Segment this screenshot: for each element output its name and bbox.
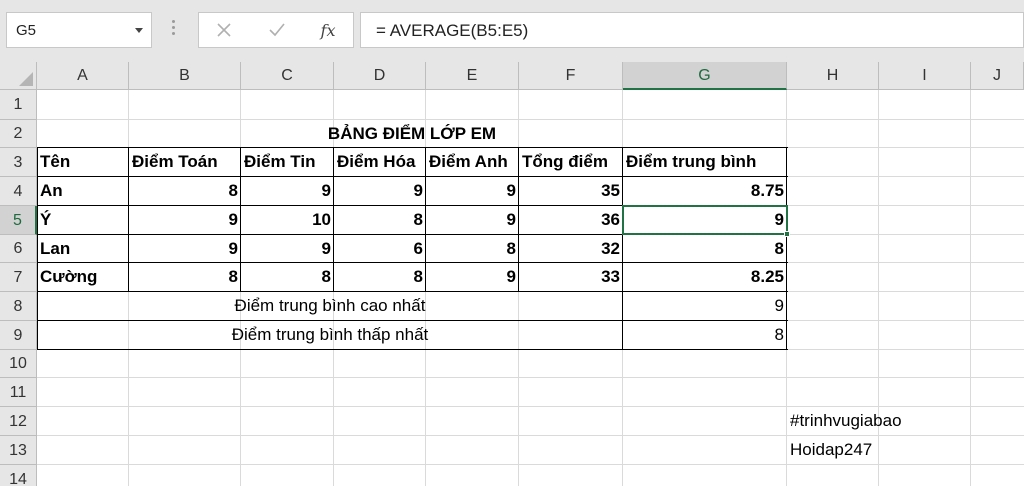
row-header-9[interactable]: 9 bbox=[0, 321, 37, 350]
row-header-10[interactable]: 10 bbox=[0, 350, 37, 378]
student-name-cell[interactable]: Cường bbox=[37, 263, 129, 291]
header-cell-chemistry[interactable]: Điểm Hóa bbox=[334, 148, 426, 176]
max-average-label[interactable]: Điểm trung bình cao nhất bbox=[37, 292, 623, 320]
selection-box bbox=[622, 205, 788, 235]
name-box-dropdown-icon[interactable] bbox=[135, 28, 143, 33]
column-header-c[interactable]: C bbox=[241, 62, 334, 90]
row-header-1[interactable]: 1 bbox=[0, 90, 37, 120]
score-cell[interactable]: 9 bbox=[129, 235, 241, 263]
score-cell[interactable]: 6 bbox=[334, 235, 426, 263]
row-header-11[interactable]: 11 bbox=[0, 378, 37, 407]
table-border bbox=[240, 147, 241, 292]
table-border bbox=[622, 291, 623, 350]
formula-bar-area: G5 fx = AVERAGE(B5:E5) bbox=[0, 0, 1024, 62]
column-header-i[interactable]: I bbox=[879, 62, 971, 90]
row-header-5[interactable]: 5 bbox=[0, 206, 37, 235]
table-border bbox=[37, 349, 788, 350]
column-header-h[interactable]: H bbox=[787, 62, 879, 90]
column-header-a[interactable]: A bbox=[37, 62, 129, 90]
header-cell-name[interactable]: Tên bbox=[37, 148, 129, 176]
row-header-12[interactable]: 12 bbox=[0, 407, 37, 436]
enter-icon[interactable] bbox=[257, 13, 297, 47]
row-header-2[interactable]: 2 bbox=[0, 120, 37, 148]
score-cell[interactable]: 35 bbox=[519, 177, 623, 205]
max-average-value[interactable]: 9 bbox=[623, 292, 787, 320]
min-average-label[interactable]: Điểm trung bình thấp nhất bbox=[37, 321, 623, 349]
note-source[interactable]: Hoidap247 bbox=[787, 436, 1024, 464]
table-border bbox=[333, 147, 334, 292]
score-cell[interactable]: 9 bbox=[241, 177, 334, 205]
column-header-f[interactable]: F bbox=[519, 62, 623, 90]
fill-handle[interactable] bbox=[784, 231, 790, 237]
student-name-cell[interactable]: Ý bbox=[37, 206, 129, 234]
row-header-4[interactable]: 4 bbox=[0, 177, 37, 206]
select-all-corner[interactable] bbox=[0, 62, 37, 90]
column-header-g[interactable]: G bbox=[623, 62, 787, 90]
column-header-b[interactable]: B bbox=[129, 62, 241, 90]
score-cell[interactable]: 9 bbox=[241, 235, 334, 263]
score-cell[interactable]: 9 bbox=[129, 206, 241, 234]
score-cell[interactable]: 8 bbox=[426, 235, 519, 263]
insert-function-icon[interactable]: fx bbox=[308, 13, 348, 47]
table-border bbox=[786, 291, 787, 350]
score-cell[interactable]: 36 bbox=[519, 206, 623, 234]
score-cell[interactable]: 8 bbox=[129, 177, 241, 205]
drag-handle-icon[interactable] bbox=[172, 20, 176, 40]
table-border bbox=[37, 320, 788, 321]
score-cell[interactable]: 8 bbox=[129, 263, 241, 291]
row-header-14[interactable]: 14 bbox=[0, 465, 37, 486]
header-cell-it[interactable]: Điểm Tin bbox=[241, 148, 334, 176]
name-box-value: G5 bbox=[16, 22, 37, 39]
formula-text: = AVERAGE(B5:E5) bbox=[376, 21, 529, 40]
score-cell[interactable]: 8 bbox=[241, 263, 334, 291]
student-name-cell[interactable]: An bbox=[37, 177, 129, 205]
table-border bbox=[37, 291, 38, 350]
table-border bbox=[518, 147, 519, 292]
note-hashtag[interactable]: #trinhvugiabao bbox=[787, 407, 1024, 435]
header-cell-english[interactable]: Điểm Anh bbox=[426, 148, 519, 176]
table-border bbox=[37, 262, 788, 263]
row-header-6[interactable]: 6 bbox=[0, 235, 37, 263]
score-cell[interactable]: 9 bbox=[426, 206, 519, 234]
column-header-e[interactable]: E bbox=[426, 62, 519, 90]
column-header-j[interactable]: J bbox=[971, 62, 1024, 90]
row-header-13[interactable]: 13 bbox=[0, 436, 37, 465]
formula-buttons: fx bbox=[198, 12, 354, 48]
header-cell-total[interactable]: Tổng điểm bbox=[519, 148, 623, 176]
table-border bbox=[37, 291, 788, 292]
score-cell[interactable]: 8 bbox=[334, 206, 426, 234]
header-cell-average[interactable]: Điểm trung bình bbox=[623, 148, 787, 176]
name-box[interactable]: G5 bbox=[6, 12, 152, 48]
table-title[interactable]: BẢNG ĐIỂM LỚP EM bbox=[37, 120, 787, 148]
score-cell[interactable]: 9 bbox=[426, 263, 519, 291]
row-header-8[interactable]: 8 bbox=[0, 292, 37, 321]
score-cell[interactable]: 8.25 bbox=[623, 263, 787, 291]
score-cell[interactable]: 8 bbox=[334, 263, 426, 291]
gridline bbox=[37, 377, 1024, 378]
score-cell[interactable]: 8 bbox=[623, 235, 787, 263]
table-border bbox=[37, 176, 788, 177]
formula-input[interactable]: = AVERAGE(B5:E5) bbox=[360, 12, 1024, 48]
gridline bbox=[37, 464, 1024, 465]
min-average-value[interactable]: 8 bbox=[623, 321, 787, 349]
student-name-cell[interactable]: Lan bbox=[37, 235, 129, 263]
score-cell[interactable]: 9 bbox=[426, 177, 519, 205]
score-cell[interactable]: 8.75 bbox=[623, 177, 787, 205]
table-border bbox=[37, 147, 788, 148]
column-header-d[interactable]: D bbox=[334, 62, 426, 90]
table-border bbox=[37, 147, 38, 292]
score-cell[interactable]: 10 bbox=[241, 206, 334, 234]
header-cell-math[interactable]: Điểm Toán bbox=[129, 148, 241, 176]
row-header-7[interactable]: 7 bbox=[0, 263, 37, 292]
cancel-icon[interactable] bbox=[204, 13, 244, 47]
score-cell[interactable]: 33 bbox=[519, 263, 623, 291]
row-header-3[interactable]: 3 bbox=[0, 148, 37, 177]
score-cell[interactable]: 9 bbox=[334, 177, 426, 205]
score-cell[interactable]: 32 bbox=[519, 235, 623, 263]
table-border bbox=[425, 147, 426, 292]
table-border bbox=[128, 147, 129, 292]
